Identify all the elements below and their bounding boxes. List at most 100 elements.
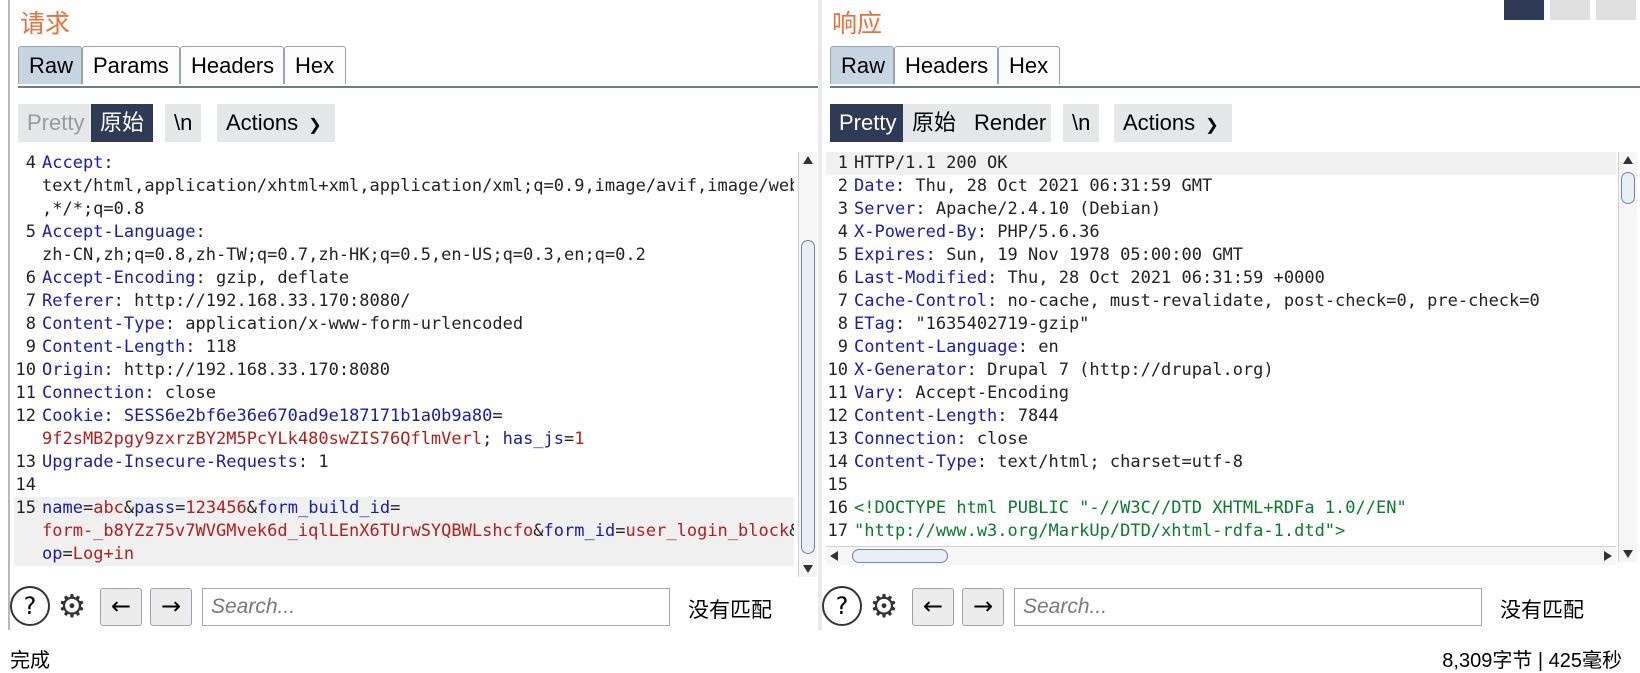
response-pretty-toggle[interactable]: Pretty xyxy=(830,104,903,142)
line-text: ETag: "1635402719-gzip" xyxy=(854,314,1090,334)
line-text: Expires: Sun, 19 Nov 1978 05:00:00 GMT xyxy=(854,245,1243,265)
line-text: Accept: xyxy=(42,153,114,173)
line-number: 13 xyxy=(827,429,848,449)
request-search-input[interactable] xyxy=(202,588,670,626)
request-editor[interactable]: 4 Accept: text/html,application/xhtml+xml,… xyxy=(14,152,794,577)
scroll-down-arrow-icon[interactable] xyxy=(803,565,813,573)
line-text: Referer: http://192.168.33.170:8080/ xyxy=(42,291,411,311)
response-actions-dropdown[interactable]: Actions ❯ xyxy=(1114,104,1232,142)
response-title: 响应 xyxy=(832,9,883,38)
scroll-right-arrow-icon[interactable] xyxy=(1604,551,1612,561)
response-toolbar: Pretty 原始 Render \n Actions ❯ xyxy=(830,104,1640,142)
code-line: 13 Upgrade-Insecure-Requests: 1 xyxy=(14,451,794,474)
response-render-toggle[interactable]: Render xyxy=(965,104,1051,142)
code-line: 7 Cache-Control: no-cache, must-revalidat… xyxy=(826,290,1616,313)
arrow-right-icon: → xyxy=(972,592,994,620)
line-number: 9 xyxy=(25,337,36,357)
horizontal-scroll-thumb[interactable] xyxy=(852,549,948,563)
next-match-button[interactable]: → xyxy=(962,588,1004,626)
line-number: 14 xyxy=(827,452,848,472)
line-number: 12 xyxy=(827,406,848,426)
response-vertical-scrollbar[interactable] xyxy=(1618,152,1637,562)
line-text: Cookie: SESS6e2bf6e36e670ad9e187171b1a0b… xyxy=(42,406,503,426)
line-number: 12 xyxy=(15,406,36,426)
line-text: zh-CN,zh;q=0.8,zh-TW;q=0.7,zh-HK;q=0.5,e… xyxy=(42,245,646,265)
request-pretty-toggle[interactable]: Pretty xyxy=(18,104,91,142)
code-line: text/html,application/xhtml+xml,applicat… xyxy=(14,175,794,198)
request-newline-toggle[interactable]: \n xyxy=(165,104,201,142)
help-icon[interactable]: ? xyxy=(822,586,862,626)
scroll-up-arrow-icon[interactable] xyxy=(803,156,813,164)
code-line: 16 <!DOCTYPE html PUBLIC "-//W3C//DTD XHT… xyxy=(826,497,1616,520)
line-number: 9 xyxy=(837,337,848,357)
response-editor[interactable]: 1 HTTP/1.1 200 OK 2 Date: Thu, 28 Oct 2021 … xyxy=(826,152,1616,545)
line-text: "http://www.w3.org/MarkUp/DTD/xhtml-rdfa… xyxy=(854,521,1346,541)
prev-match-button[interactable]: ← xyxy=(912,588,954,626)
line-text: Content-Language: en xyxy=(854,337,1059,357)
scroll-thumb[interactable] xyxy=(801,240,815,554)
code-line: 14 xyxy=(14,474,794,497)
request-tab-headers[interactable]: Headers xyxy=(180,46,284,84)
request-raw-toggle[interactable]: 原始 xyxy=(91,104,153,142)
line-text: Upgrade-Insecure-Requests: 1 xyxy=(42,452,329,472)
help-icon[interactable]: ? xyxy=(10,586,50,626)
line-text: Origin: http://192.168.33.170:8080 xyxy=(42,360,390,380)
response-raw-toggle[interactable]: 原始 xyxy=(903,104,965,142)
response-tab-hex[interactable]: Hex xyxy=(998,46,1060,84)
chevron-down-icon: ❯ xyxy=(308,117,322,134)
code-line: 5 Expires: Sun, 19 Nov 1978 05:00:00 GMT xyxy=(826,244,1616,267)
line-number: 7 xyxy=(25,291,36,311)
line-text: op=Log+in xyxy=(42,544,135,564)
code-line: 9f2sMB2pgy9zxrzBY2M5PcYLk480swZIS76QflmV… xyxy=(14,428,794,451)
line-number: 5 xyxy=(837,245,848,265)
line-text: Content-Length: 118 xyxy=(42,337,237,357)
code-line: 6 Last-Modified: Thu, 28 Oct 2021 06:31:5… xyxy=(826,267,1616,290)
line-number: 10 xyxy=(827,360,848,380)
line-number: 6 xyxy=(837,268,848,288)
response-tab-raw[interactable]: Raw xyxy=(830,46,894,84)
response-tab-headers[interactable]: Headers xyxy=(894,46,998,84)
request-no-match-label: 没有匹配 xyxy=(688,598,772,622)
gear-icon[interactable]: ⚙ xyxy=(52,586,92,626)
line-text: ,*/*;q=0.8 xyxy=(42,199,145,219)
line-text: Vary: Accept-Encoding xyxy=(854,383,1069,403)
line-number: 4 xyxy=(25,153,36,173)
code-line: 15 name=abc&pass=123456&form_build_id= xyxy=(14,497,794,520)
line-text: <!DOCTYPE html PUBLIC "-//W3C//DTD XHTML… xyxy=(854,498,1407,518)
next-match-button[interactable]: → xyxy=(150,588,192,626)
code-line: form-_b8YZz75v7WVGMvek6d_iqlLEnX6TUrwSYQ… xyxy=(14,520,794,543)
arrow-left-icon: ← xyxy=(110,592,132,620)
request-panel: 请求 Raw Params Headers Hex Pretty 原始 \n A… xyxy=(8,0,820,630)
line-text: text/html,application/xhtml+xml,applicat… xyxy=(42,176,794,196)
request-tab-raw[interactable]: Raw xyxy=(18,46,82,84)
chevron-down-icon: ❯ xyxy=(1205,117,1219,134)
line-number: 17 xyxy=(827,521,848,541)
request-tab-hex[interactable]: Hex xyxy=(284,46,346,84)
request-vertical-scrollbar[interactable] xyxy=(798,152,817,577)
response-horizontal-scrollbar[interactable] xyxy=(826,546,1616,565)
request-tab-params[interactable]: Params xyxy=(82,46,180,84)
gear-icon[interactable]: ⚙ xyxy=(864,586,904,626)
scroll-left-arrow-icon[interactable] xyxy=(830,551,838,561)
response-newline-toggle[interactable]: \n xyxy=(1063,104,1099,142)
code-line: 10 Origin: http://192.168.33.170:8080 xyxy=(14,359,794,382)
code-line: 6 Accept-Encoding: gzip, deflate xyxy=(14,267,794,290)
prev-match-button[interactable]: ← xyxy=(100,588,142,626)
status-text: 完成 xyxy=(10,648,50,672)
response-search-input[interactable] xyxy=(1014,588,1482,626)
code-line: 9 Content-Language: en xyxy=(826,336,1616,359)
response-no-match-label: 没有匹配 xyxy=(1500,598,1584,622)
code-line: ,*/*;q=0.8 xyxy=(14,198,794,221)
line-number: 3 xyxy=(837,199,848,219)
scroll-down-arrow-icon[interactable] xyxy=(1623,550,1633,558)
line-number: 11 xyxy=(15,383,36,403)
request-actions-dropdown[interactable]: Actions ❯ xyxy=(217,104,335,142)
request-tabbar: Raw Params Headers Hex xyxy=(18,46,820,88)
code-line: 17 "http://www.w3.org/MarkUp/DTD/xhtml-rd… xyxy=(826,520,1616,543)
request-toolbar: Pretty 原始 \n Actions ❯ xyxy=(18,104,820,142)
code-line: 12 Cookie: SESS6e2bf6e36e670ad9e187171b1a… xyxy=(14,405,794,428)
scroll-thumb[interactable] xyxy=(1621,172,1635,204)
line-text: HTTP/1.1 200 OK xyxy=(854,153,1008,173)
scroll-up-arrow-icon[interactable] xyxy=(1623,156,1633,164)
code-line: 11 Vary: Accept-Encoding xyxy=(826,382,1616,405)
